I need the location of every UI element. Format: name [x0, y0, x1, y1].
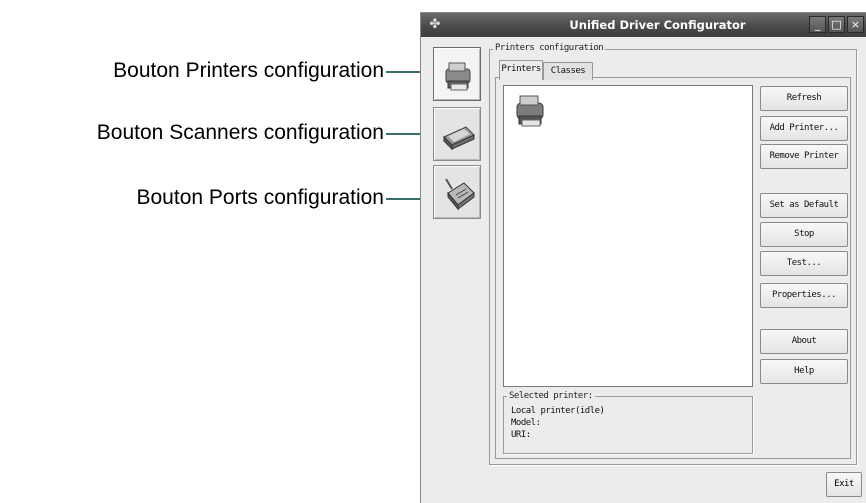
test-button[interactable]: Test...	[760, 251, 848, 276]
printer-list[interactable]	[503, 85, 753, 387]
printer-icon	[445, 62, 471, 91]
refresh-button[interactable]: Refresh	[760, 86, 848, 111]
exit-button[interactable]: Exit	[826, 472, 862, 497]
printers-configuration-label: Printers configuration	[493, 43, 606, 53]
maximize-button[interactable]: □	[828, 16, 845, 33]
selected-printer-model: Model:	[511, 418, 541, 428]
about-button[interactable]: About	[760, 329, 848, 354]
add-printer-button[interactable]: Add Printer...	[760, 116, 848, 141]
title-bar[interactable]: ✤ Unified Driver Configurator _ □ ×	[421, 13, 866, 37]
stop-button[interactable]: Stop	[760, 222, 848, 247]
port-icon	[445, 178, 475, 211]
scanner-icon	[443, 126, 475, 151]
printers-configuration-button[interactable]	[433, 47, 481, 101]
help-button[interactable]: Help	[760, 359, 848, 384]
callout-printers: Bouton Printers configuration	[113, 59, 384, 82]
close-button[interactable]: ×	[847, 16, 864, 33]
printer-icon	[516, 95, 544, 127]
set-as-default-button[interactable]: Set as Default	[760, 193, 848, 218]
remove-printer-button[interactable]: Remove Printer	[760, 144, 848, 169]
selected-printer-status: Local printer(idle)	[511, 406, 605, 416]
callout-scanners: Bouton Scanners configuration	[96, 121, 384, 144]
unified-driver-configurator-window: ✤ Unified Driver Configurator _ □ × Prin…	[420, 12, 866, 503]
tab-classes[interactable]: Classes	[543, 62, 593, 80]
selected-printer-label: Selected printer:	[507, 391, 595, 401]
ports-configuration-button[interactable]	[433, 165, 481, 219]
properties-button[interactable]: Properties...	[760, 283, 848, 308]
selected-printer-uri: URI:	[511, 430, 531, 440]
callout-ports: Bouton Ports configuration	[136, 186, 385, 209]
list-item[interactable]	[510, 90, 550, 130]
scanners-configuration-button[interactable]	[433, 107, 481, 161]
tab-printers[interactable]: Printers	[499, 60, 543, 80]
window-title: Unified Driver Configurator	[569, 18, 746, 32]
minimize-button[interactable]: _	[809, 16, 826, 33]
